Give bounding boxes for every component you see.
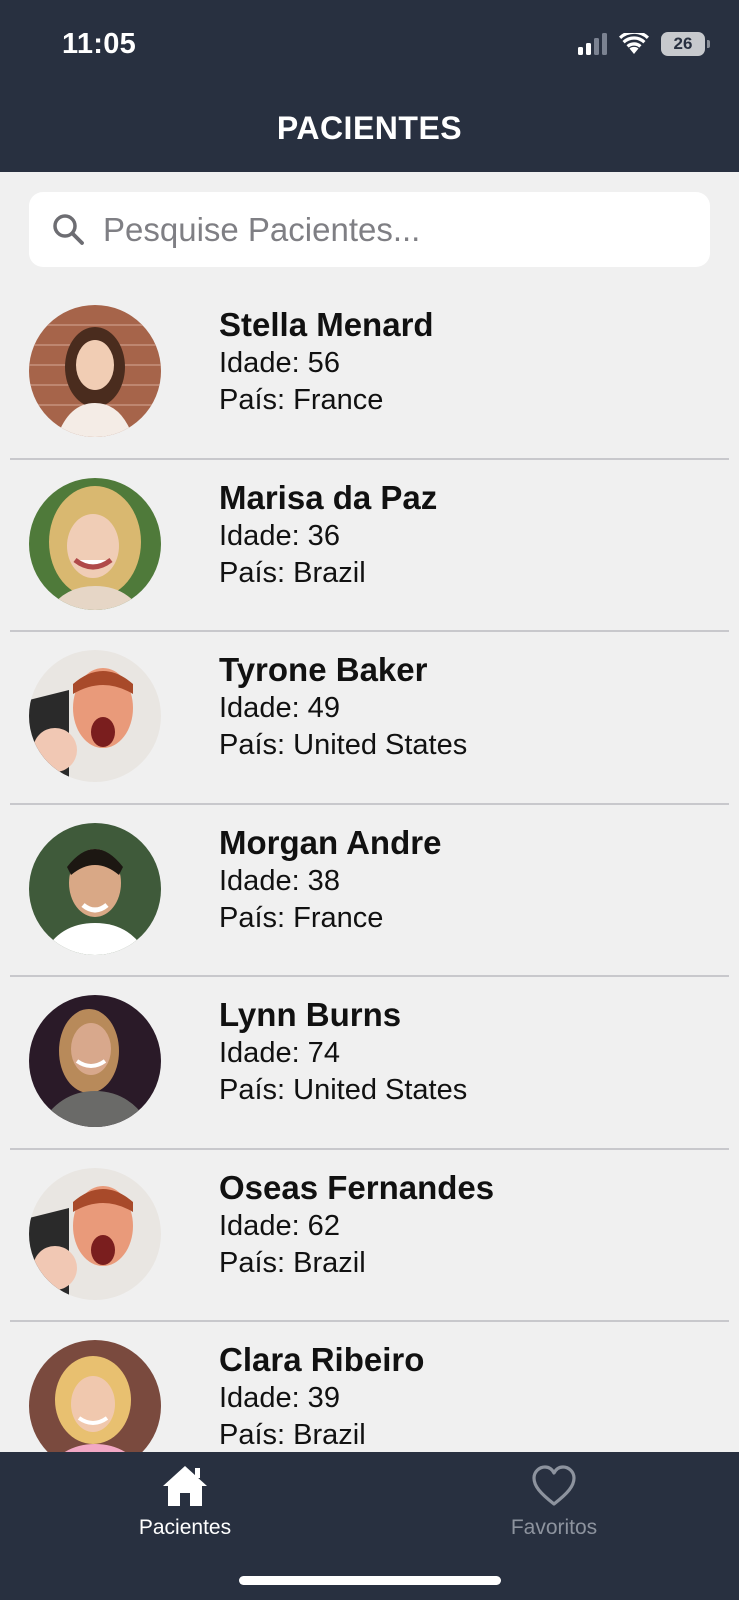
patient-list[interactable]: Stella Menard Idade: 56 País: France Mar… <box>0 287 739 1452</box>
cellular-signal-icon <box>578 33 607 55</box>
patient-name: Clara Ribeiro <box>219 1341 425 1378</box>
home-indicator[interactable] <box>239 1576 501 1585</box>
patient-info: Stella Menard Idade: 56 País: France <box>219 305 434 419</box>
patient-avatar <box>29 650 161 782</box>
patient-age: Idade: 74 <box>219 1037 340 1069</box>
patient-age: Idade: 38 <box>219 864 340 897</box>
patient-country: País: United States <box>219 1074 468 1106</box>
search-icon <box>53 214 84 245</box>
heart-icon <box>532 1465 576 1506</box>
battery-indicator: 26 <box>661 32 710 56</box>
patient-info: Marisa da Paz Idade: 36 País: Brazil <box>219 478 437 592</box>
patient-info: Tyrone Baker Idade: 49 País: United Stat… <box>219 650 467 764</box>
patient-avatar <box>29 1340 161 1452</box>
patient-name: Marisa da Paz <box>219 478 438 516</box>
patient-row[interactable]: Marisa da Paz Idade: 36 País: Brazil <box>0 460 739 633</box>
wifi-icon <box>619 33 649 54</box>
tab-label: Pacientes <box>138 1516 232 1539</box>
page-title: PACIENTES <box>276 110 463 146</box>
search-bar[interactable] <box>29 192 710 267</box>
patient-country: País: United States <box>219 729 468 761</box>
patient-info: Clara Ribeiro Idade: 39 País: Brazil <box>219 1340 424 1452</box>
app-header: 11:05 26 PACIENTES <box>0 0 739 172</box>
tab-favoritos[interactable]: Favoritos <box>454 1452 654 1562</box>
patient-country: País: Brazil <box>219 1419 366 1451</box>
patient-info: Oseas Fernandes Idade: 62 País: Brazil <box>219 1168 494 1282</box>
patient-info: Morgan Andre Idade: 38 País: France <box>219 823 441 937</box>
home-icon <box>163 1466 207 1506</box>
patient-avatar <box>29 822 161 955</box>
patient-country: País: France <box>219 901 384 934</box>
patient-row[interactable]: Clara Ribeiro Idade: 39 País: Brazil <box>0 1322 739 1452</box>
patient-avatar <box>29 1167 161 1300</box>
patient-country: País: Brazil <box>219 1246 366 1279</box>
screen: 11:05 26 PACIENTES Pesquise Pacientes...… <box>0 0 739 1600</box>
patient-name: Morgan Andre <box>219 823 442 861</box>
patient-country: País: Brazil <box>219 556 366 589</box>
patient-avatar <box>29 477 161 610</box>
patient-age: Idade: 36 <box>219 519 340 552</box>
patient-age: Idade: 39 <box>219 1382 340 1414</box>
tab-label: Favoritos <box>510 1516 598 1539</box>
status-time: 11:05 <box>62 28 137 60</box>
status-icons: 26 <box>578 32 710 56</box>
patient-name: Stella Menard <box>219 306 434 343</box>
patient-name: Tyrone Baker <box>219 651 428 688</box>
patient-age: Idade: 56 <box>219 347 340 379</box>
patient-name: Oseas Fernandes <box>219 1168 495 1206</box>
patient-age: Idade: 62 <box>219 1209 340 1242</box>
patient-row[interactable]: Oseas Fernandes Idade: 62 País: Brazil <box>0 1150 739 1323</box>
patient-name: Lynn Burns <box>219 996 402 1033</box>
search-input[interactable] <box>103 192 693 267</box>
patient-country: País: France <box>219 384 384 416</box>
patient-info: Lynn Burns Idade: 74 País: United States <box>219 995 467 1109</box>
patient-row[interactable]: Stella Menard Idade: 56 País: France <box>0 287 739 460</box>
tab-pacientes[interactable]: Pacientes <box>85 1452 285 1562</box>
patient-age: Idade: 49 <box>219 692 340 724</box>
patient-row[interactable]: Tyrone Baker Idade: 49 País: United Stat… <box>0 632 739 805</box>
patient-avatar <box>29 305 161 437</box>
patient-avatar <box>29 995 161 1127</box>
patient-row[interactable]: Morgan Andre Idade: 38 País: France <box>0 805 739 978</box>
patient-row[interactable]: Lynn Burns Idade: 74 País: United States <box>0 977 739 1150</box>
